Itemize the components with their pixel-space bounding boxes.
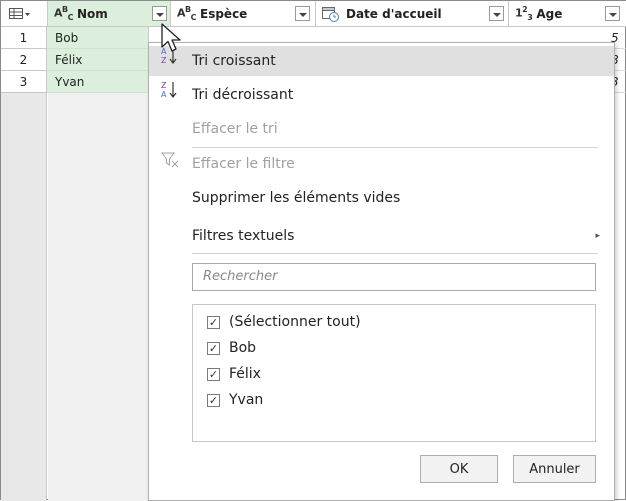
menu-label: Tri décroissant (192, 87, 294, 103)
sort-descending-icon: Z A (159, 80, 181, 111)
menu-item-clear-sort: Effacer le tri (149, 114, 614, 144)
row-number: 1 (1, 27, 47, 49)
svg-text:A: A (161, 90, 167, 99)
menu-label: Effacer le filtre (192, 156, 295, 172)
checkbox-label: Yvan (229, 392, 264, 408)
submenu-arrow-icon: ▸ (595, 231, 600, 241)
table-menu-icon[interactable] (9, 7, 31, 20)
cell-nom[interactable]: Yvan (47, 71, 149, 93)
checkbox-label: (Sélectionner tout) (229, 314, 361, 330)
cell-nom[interactable]: Félix (47, 49, 149, 71)
mouse-cursor-icon (161, 23, 187, 59)
column-header-espece[interactable]: ABC Espèce (171, 1, 315, 27)
checkbox-checked-icon[interactable]: ✓ (207, 341, 220, 355)
cell-nom[interactable]: Bob (47, 27, 149, 49)
cancel-button[interactable]: Annuler (513, 455, 596, 483)
checkbox-checked-icon[interactable]: ✓ (207, 367, 220, 381)
query-table: ABC Nom ABC Espèce Date d'accueil 123 Ag… (0, 0, 626, 501)
filter-dropdown-menu: A Z Tri croissant Z A Tri décroissant Ef… (148, 42, 615, 501)
filter-dropdown-date[interactable] (489, 6, 504, 21)
svg-text:Z: Z (161, 81, 167, 90)
column-label-nom: Nom (77, 6, 108, 21)
menu-label: Tri croissant (192, 53, 276, 69)
empty-grid-area (48, 93, 148, 501)
checkbox-value[interactable]: ✓ Bob (207, 335, 256, 361)
clear-filter-icon (159, 149, 181, 179)
values-list: ✓ (Sélectionner tout) ✓ Bob ✓ Félix ✓ Yv… (192, 304, 596, 442)
checkbox-value[interactable]: ✓ Félix (207, 361, 261, 387)
menu-separator (192, 253, 598, 254)
checkbox-label: Bob (229, 340, 257, 356)
menu-label: Effacer le tri (192, 121, 278, 137)
row-number: 2 (1, 49, 47, 71)
menu-separator (192, 147, 598, 148)
filter-dropdown-espece[interactable] (295, 6, 310, 21)
menu-label: Filtres textuels (192, 228, 295, 244)
column-label-date: Date d'accueil (346, 6, 442, 21)
checkbox-value[interactable]: ✓ Yvan (207, 387, 263, 413)
menu-label: Supprimer les éléments vides (192, 190, 401, 206)
menu-item-text-filters[interactable]: Filtres textuels ▸ (149, 221, 614, 251)
menu-item-remove-empty[interactable]: Supprimer les éléments vides (149, 183, 614, 213)
datetime-type-icon (322, 6, 340, 22)
checkbox-checked-icon[interactable]: ✓ (207, 393, 220, 407)
search-input[interactable]: Rechercher (192, 263, 596, 291)
filter-dropdown-age[interactable] (605, 6, 620, 21)
row-number: 3 (1, 71, 47, 93)
number-type-icon: 123 (515, 5, 533, 22)
checkbox-checked-icon[interactable]: ✓ (207, 315, 220, 329)
menu-item-clear-filter: Effacer le filtre (149, 149, 614, 179)
text-type-icon: ABC (177, 5, 197, 22)
column-label-espece: Espèce (200, 6, 248, 21)
column-label-age: Age (536, 6, 563, 21)
checkbox-select-all[interactable]: ✓ (Sélectionner tout) (207, 309, 361, 335)
checkbox-label: Félix (229, 366, 261, 382)
table-corner[interactable] (1, 1, 47, 27)
text-type-icon: ABC (54, 5, 74, 22)
empty-row-gutter (1, 93, 47, 501)
menu-item-sort-ascending[interactable]: A Z Tri croissant (149, 46, 614, 76)
filter-dropdown-nom[interactable] (152, 6, 167, 21)
menu-item-sort-descending[interactable]: Z A Tri décroissant (149, 80, 614, 110)
ok-button[interactable]: OK (420, 455, 498, 483)
